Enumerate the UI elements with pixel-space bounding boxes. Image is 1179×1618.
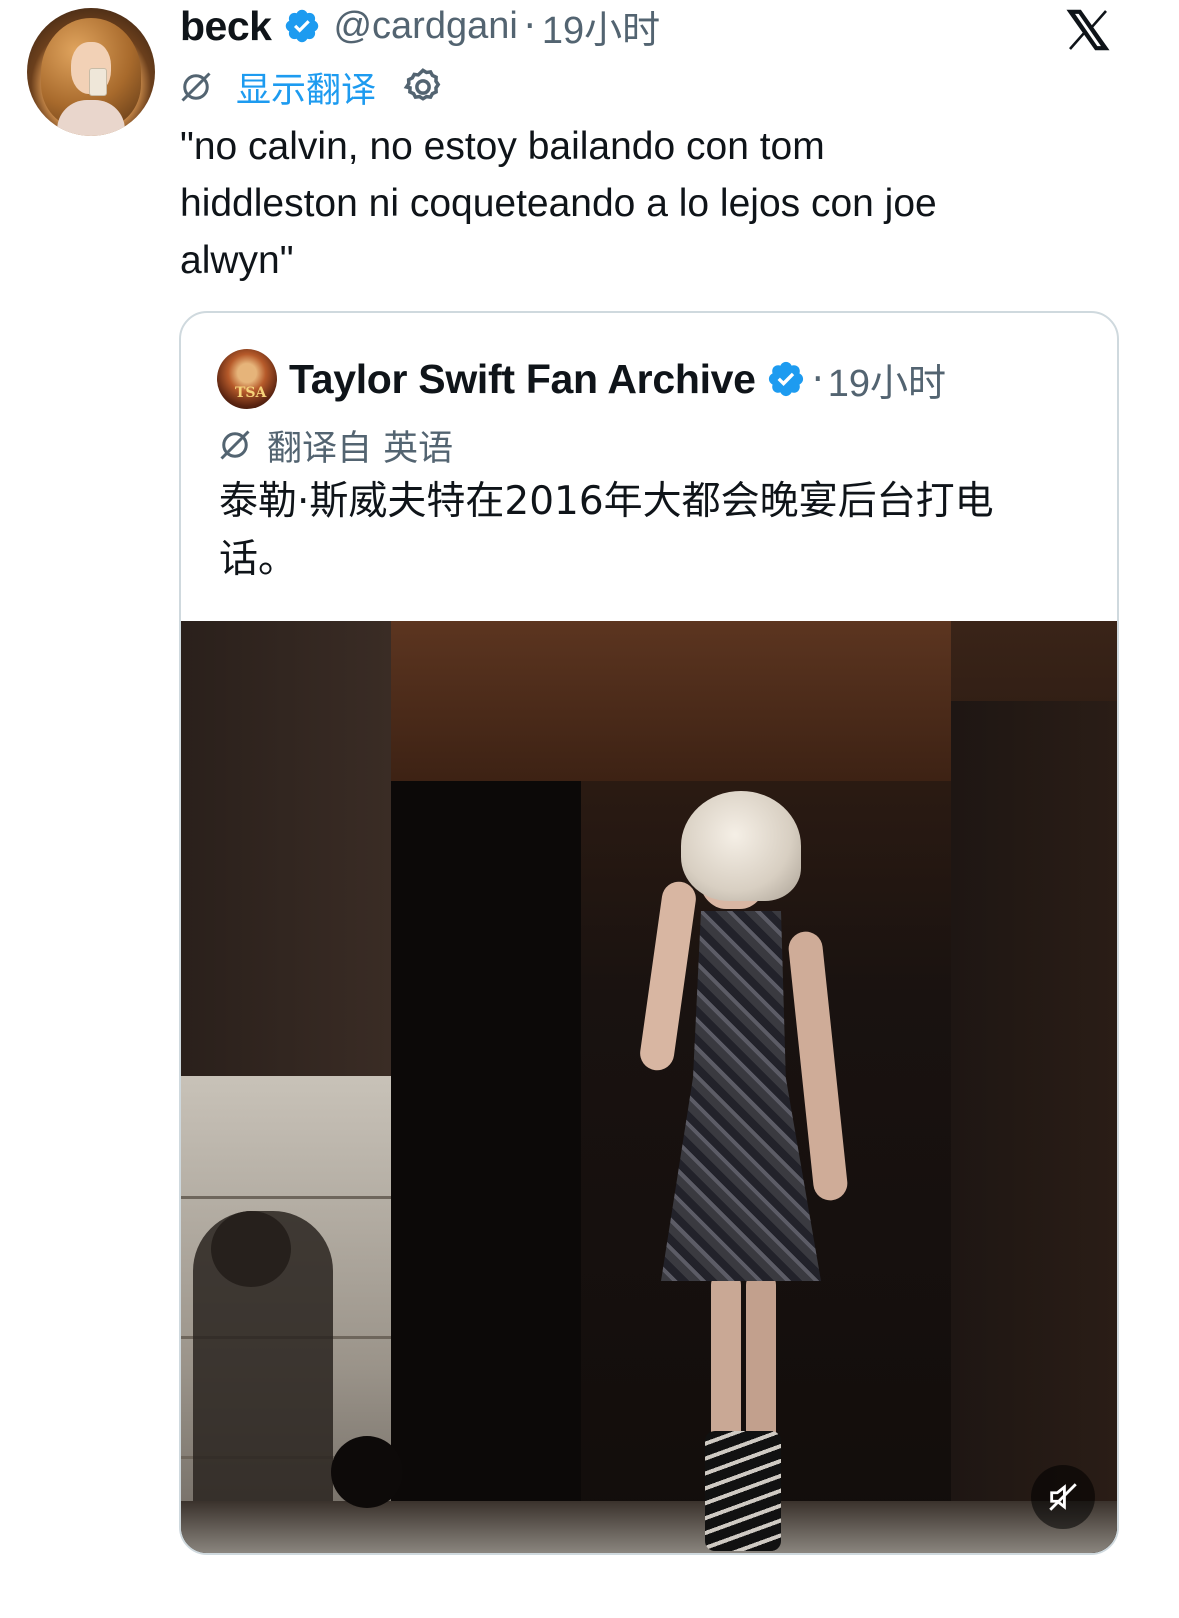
separator-dot: · — [523, 4, 536, 48]
translated-from-label: 翻译自 英语 — [267, 428, 454, 469]
mute-button[interactable] — [1031, 1465, 1095, 1529]
video-scene-doorway — [391, 781, 581, 1553]
show-translation-link[interactable]: 显示翻译 — [236, 62, 376, 113]
quoted-translate-row: 翻译自 英语 — [217, 421, 453, 469]
quoted-author-name[interactable]: Taylor Swift Fan Archive — [289, 356, 756, 403]
translate-icon — [181, 72, 211, 102]
avatar-glass — [89, 68, 107, 96]
quoted-avatar-text: TSA — [235, 385, 267, 401]
video-scene-shadow-head — [211, 1211, 291, 1287]
tweet-time[interactable]: 19小时 — [542, 0, 660, 54]
wall-joint — [181, 1196, 391, 1199]
quoted-tweet-text: 泰勒·斯威夫特在2016年大都会晚宴后台打电 话。 — [219, 479, 994, 582]
video-subject — [621, 791, 861, 1551]
x-logo-icon[interactable] — [1062, 6, 1114, 54]
video-scene-pillar — [181, 621, 391, 1081]
video-scene-light — [331, 1436, 403, 1508]
author-avatar[interactable] — [27, 8, 155, 136]
author-name[interactable]: beck — [180, 3, 272, 50]
tweet-header: beck @cardgani · 19小时 — [180, 0, 660, 52]
subject-hair — [681, 791, 801, 901]
subject-boot — [705, 1431, 781, 1551]
tweet-text: "no calvin, no estoy bailando con tom hi… — [180, 125, 937, 282]
translate-icon — [220, 430, 250, 460]
verified-badge-icon — [768, 361, 803, 397]
mute-icon — [1049, 1483, 1077, 1511]
separator-dot: · — [811, 357, 824, 401]
quoted-tweet-card[interactable]: TSA Taylor Swift Fan Archive · 19小时 翻译自 … — [179, 311, 1119, 1555]
quoted-time[interactable]: 19小时 — [828, 352, 946, 407]
translate-row: 显示翻译 — [178, 62, 444, 113]
gear-icon[interactable] — [402, 66, 444, 108]
author-handle[interactable]: @cardgani — [333, 5, 517, 48]
quoted-author-avatar[interactable]: TSA — [217, 349, 277, 409]
subject-arm — [637, 879, 699, 1073]
verified-badge-icon — [286, 9, 319, 43]
quoted-header: Taylor Swift Fan Archive · 19小时 — [289, 351, 946, 407]
video-scene-wall — [951, 701, 1117, 1553]
video-scene-ceiling — [391, 621, 951, 781]
video-player[interactable] — [181, 621, 1117, 1553]
